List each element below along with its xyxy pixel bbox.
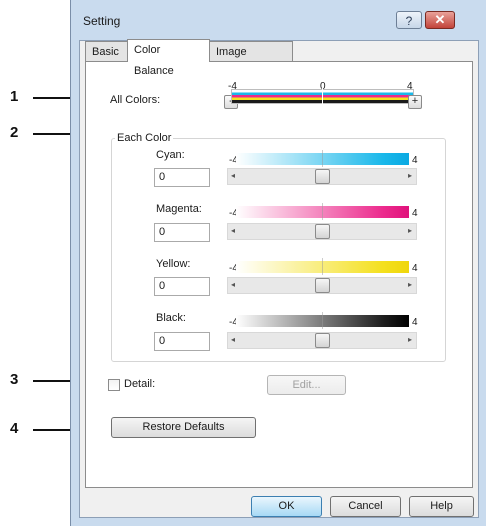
magenta-label: Magenta: bbox=[156, 203, 202, 215]
cyan-slider-thumb[interactable] bbox=[315, 169, 330, 184]
black-slider-thumb[interactable] bbox=[315, 333, 330, 348]
callout-2: 2 bbox=[10, 124, 19, 141]
detail-label: Detail: bbox=[124, 378, 156, 390]
callout-3: 3 bbox=[10, 371, 19, 388]
cancel-button[interactable]: Cancel bbox=[330, 496, 401, 517]
magenta-max-tick: 4 bbox=[412, 208, 418, 219]
all-colors-plus-button[interactable]: + bbox=[408, 95, 422, 109]
magenta-slider[interactable]: ◂ ▸ bbox=[227, 223, 417, 240]
tab-color-balance[interactable]: Color Balance bbox=[127, 39, 210, 77]
cyan-max-tick: 4 bbox=[412, 155, 418, 166]
restore-defaults-button[interactable]: Restore Defaults bbox=[111, 417, 256, 438]
help-icon[interactable]: ? bbox=[396, 11, 422, 29]
cyan-label: Cyan: bbox=[156, 149, 185, 161]
tab-basic[interactable]: Basic bbox=[85, 41, 128, 62]
edit-button[interactable]: Edit... bbox=[267, 375, 346, 395]
cyan-value-field[interactable]: 0 bbox=[154, 168, 210, 187]
yellow-value-field[interactable]: 0 bbox=[154, 277, 210, 296]
magenta-slider-thumb[interactable] bbox=[315, 224, 330, 239]
magenta-slider-left-arrow-icon[interactable]: ◂ bbox=[231, 226, 235, 235]
magenta-value-field[interactable]: 0 bbox=[154, 223, 210, 242]
callout-1: 1 bbox=[10, 88, 19, 105]
help-button[interactable]: Help bbox=[409, 496, 474, 517]
color-balance-panel: All Colors: -4 0 4 - + Each Color Cyan: … bbox=[85, 61, 473, 488]
all-colors-label: All Colors: bbox=[110, 94, 161, 106]
callout-4: 4 bbox=[10, 420, 19, 437]
black-value-field[interactable]: 0 bbox=[154, 332, 210, 351]
close-icon[interactable]: ✕ bbox=[425, 11, 455, 29]
black-slider-left-arrow-icon[interactable]: ◂ bbox=[231, 335, 235, 344]
window-title: Setting bbox=[83, 14, 121, 28]
tab-image-attribute[interactable]: Image Attribute bbox=[209, 41, 293, 79]
setting-dialog: Setting ? ✕ Basic Color Balance Image At… bbox=[70, 0, 486, 526]
yellow-slider-right-arrow-icon[interactable]: ▸ bbox=[408, 280, 412, 289]
black-center-mark bbox=[322, 312, 323, 329]
cyan-center-mark bbox=[322, 150, 323, 167]
black-label: Black: bbox=[156, 312, 186, 324]
detail-checkbox[interactable] bbox=[108, 379, 120, 391]
yellow-label: Yellow: bbox=[156, 258, 191, 270]
yellow-slider-thumb[interactable] bbox=[315, 278, 330, 293]
dialog-client-area: Basic Color Balance Image Attribute All … bbox=[79, 39, 479, 518]
black-slider[interactable]: ◂ ▸ bbox=[227, 332, 417, 349]
cyan-slider-left-arrow-icon[interactable]: ◂ bbox=[231, 171, 235, 180]
black-max-tick: 4 bbox=[412, 317, 418, 328]
magenta-center-mark bbox=[322, 203, 323, 220]
ok-button[interactable]: OK bbox=[251, 496, 322, 517]
all-colors-center-mark bbox=[322, 88, 323, 107]
each-color-title: Each Color bbox=[115, 132, 174, 144]
cyan-slider-right-arrow-icon[interactable]: ▸ bbox=[408, 171, 412, 180]
magenta-slider-right-arrow-icon[interactable]: ▸ bbox=[408, 226, 412, 235]
yellow-slider[interactable]: ◂ ▸ bbox=[227, 277, 417, 294]
yellow-center-mark bbox=[322, 258, 323, 275]
black-slider-right-arrow-icon[interactable]: ▸ bbox=[408, 335, 412, 344]
yellow-max-tick: 4 bbox=[412, 263, 418, 274]
yellow-slider-left-arrow-icon[interactable]: ◂ bbox=[231, 280, 235, 289]
cyan-slider[interactable]: ◂ ▸ bbox=[227, 168, 417, 185]
